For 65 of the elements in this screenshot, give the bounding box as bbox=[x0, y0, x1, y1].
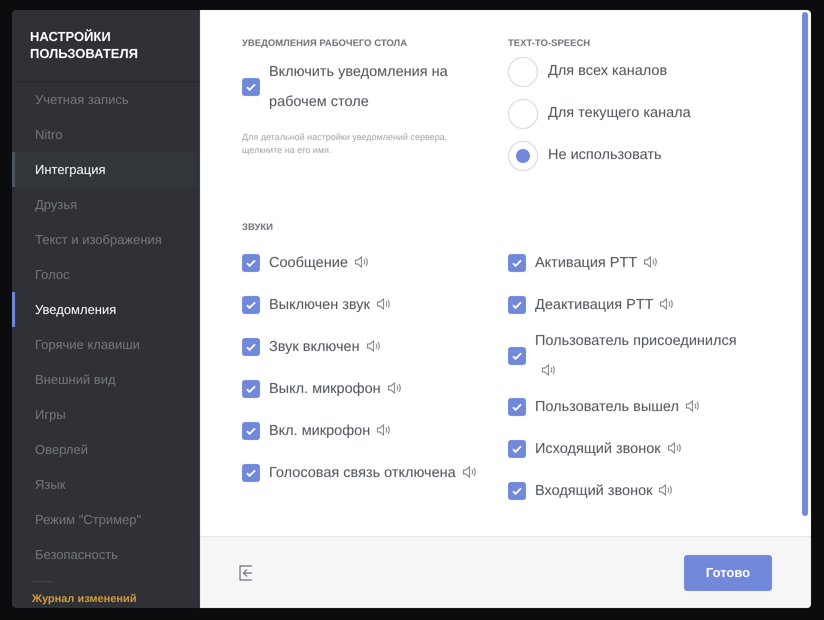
sound-label: Звук включен bbox=[269, 332, 382, 362]
radio-label: Не использовать bbox=[548, 146, 662, 166]
sidebar-item[interactable]: Голос bbox=[12, 257, 200, 292]
sound-label: Исходящий звонок bbox=[535, 434, 683, 464]
scrollbar[interactable] bbox=[802, 12, 808, 516]
radio-button[interactable] bbox=[508, 57, 538, 88]
sidebar-item[interactable]: Друзья bbox=[12, 187, 200, 222]
sidebar-item[interactable]: Режим "Стример" bbox=[12, 502, 200, 537]
done-button[interactable]: Готово bbox=[684, 554, 772, 590]
sound-label: Выключен звук bbox=[269, 290, 392, 320]
checkbox[interactable] bbox=[242, 254, 260, 272]
sound-label: Активация PTT bbox=[535, 248, 660, 278]
sidebar-item[interactable]: Горячие клавиши bbox=[12, 327, 200, 362]
sidebar-item[interactable]: Nitro bbox=[12, 117, 200, 152]
checkbox[interactable] bbox=[508, 398, 526, 416]
sidebar-item[interactable]: Учетная запись bbox=[12, 82, 200, 117]
sound-label: Входящий звонок bbox=[535, 476, 674, 506]
section-heading: ЗВУКИ bbox=[242, 221, 274, 236]
radio-button[interactable] bbox=[508, 141, 538, 172]
speaker-icon[interactable] bbox=[366, 338, 382, 352]
sidebar-item[interactable]: Текст и изображения bbox=[12, 222, 200, 257]
sidebar-item[interactable]: Оверлей bbox=[12, 432, 200, 467]
check-icon bbox=[245, 81, 257, 94]
checkbox[interactable] bbox=[242, 78, 260, 96]
sound-label: Пользователь вышел bbox=[535, 392, 701, 422]
speaker-icon[interactable] bbox=[643, 254, 660, 268]
sidebar-item[interactable]: Игры bbox=[12, 397, 200, 432]
checkbox[interactable] bbox=[242, 464, 260, 482]
speaker-icon[interactable] bbox=[354, 254, 370, 268]
checkbox[interactable] bbox=[508, 482, 526, 500]
checkbox[interactable] bbox=[508, 254, 526, 272]
section-heading: TEXT-TO-SPEECH bbox=[508, 37, 592, 51]
sidebar-item[interactable]: Язык bbox=[12, 467, 200, 502]
speaker-icon[interactable] bbox=[376, 422, 392, 436]
radio-label: Для всех каналов bbox=[548, 62, 668, 82]
speaker-icon[interactable] bbox=[386, 380, 403, 394]
checkbox[interactable] bbox=[242, 422, 260, 440]
radio-button[interactable] bbox=[508, 99, 538, 130]
changelog-link[interactable]: Журнал изменений bbox=[32, 593, 200, 606]
checkbox-label: Включить уведомления на рабочем столе bbox=[269, 63, 449, 112]
sound-label: Выкл. микрофон bbox=[269, 374, 403, 404]
speaker-icon[interactable] bbox=[658, 482, 674, 496]
checkbox[interactable] bbox=[508, 296, 526, 314]
speaker-icon[interactable] bbox=[659, 296, 676, 310]
hint-text: Для детальной настройки уведомлений сервера, щелкните на его имя. bbox=[242, 131, 448, 158]
section-heading: УВЕДОМЛЕНИЯ РАБОЧЕГО СТОЛА bbox=[242, 37, 408, 51]
speaker-icon[interactable] bbox=[376, 296, 392, 310]
sidebar-item[interactable]: Безопасность bbox=[12, 537, 200, 572]
radio-label: Для текущего канала bbox=[548, 104, 691, 124]
sound-label: Деактивация PTT bbox=[535, 290, 676, 320]
speaker-icon[interactable] bbox=[684, 398, 701, 412]
checkbox[interactable] bbox=[242, 380, 260, 398]
checkbox[interactable] bbox=[508, 346, 526, 364]
sidebar-item[interactable]: Интеграция bbox=[12, 152, 200, 187]
sound-label: Сообщение bbox=[269, 248, 370, 278]
speaker-icon[interactable] bbox=[666, 440, 683, 454]
sound-label: Вкл. микрофон bbox=[269, 416, 392, 446]
sound-label: Пользователь присоединился bbox=[535, 326, 748, 386]
checkbox[interactable] bbox=[242, 296, 260, 314]
speaker-icon[interactable] bbox=[462, 464, 478, 478]
checkbox[interactable] bbox=[242, 338, 260, 356]
sound-label: Голосовая связь отключена bbox=[269, 458, 478, 488]
checkbox[interactable] bbox=[508, 440, 526, 458]
sidebar-item[interactable]: Внешний вид bbox=[12, 362, 200, 397]
speaker-icon[interactable] bbox=[541, 362, 557, 376]
